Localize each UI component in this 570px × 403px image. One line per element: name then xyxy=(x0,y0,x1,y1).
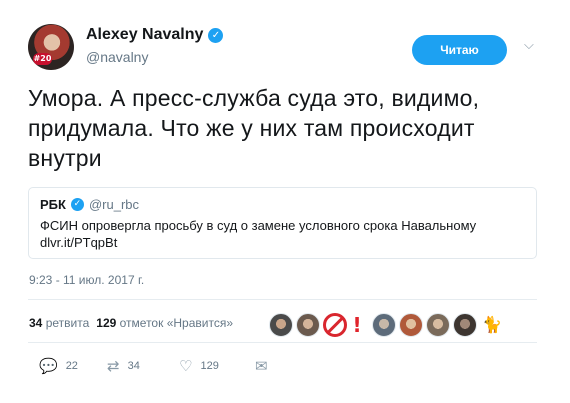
quoted-tweet-body: ФСИН опровергла просьбу в суд о замене у… xyxy=(40,218,477,233)
reply-count: 22 xyxy=(65,360,78,372)
liker-avatar-9[interactable]: 🐈 xyxy=(480,313,504,337)
divider xyxy=(28,299,537,300)
quoted-tweet-link[interactable]: dlvr.it/PTqpBt xyxy=(40,234,530,251)
likes-count: 129 xyxy=(96,316,117,330)
share-icon: ✉ xyxy=(255,357,268,375)
like-button[interactable]: ♡ 129 xyxy=(179,357,219,375)
quoted-tweet-header: РБК ✓ @ru_rbc xyxy=(40,197,139,212)
verified-icon: ✓ xyxy=(208,27,224,43)
liker-avatar-8[interactable] xyxy=(453,313,477,337)
liker-avatars: ! 🐈 xyxy=(269,313,504,337)
author-avatar[interactable]: #20 xyxy=(28,24,74,70)
liker-avatar-6[interactable] xyxy=(399,313,423,337)
liker-avatar-4[interactable]: ! xyxy=(350,313,364,337)
reply-button[interactable]: 💬 22 xyxy=(39,357,78,375)
heart-icon: ♡ xyxy=(179,357,193,375)
liker-avatar-5[interactable] xyxy=(372,313,396,337)
likes-stat[interactable]: 129 отметок «Нравится» xyxy=(96,316,233,330)
chevron-down-icon[interactable]: ⌵ xyxy=(524,38,534,53)
follow-button[interactable]: Читаю xyxy=(412,35,507,65)
liker-avatar-3[interactable] xyxy=(323,313,347,337)
reply-icon: 💬 xyxy=(39,357,58,375)
liker-avatar-7[interactable] xyxy=(426,313,450,337)
likes-label: отметок «Нравится» xyxy=(119,316,233,330)
quoted-author-handle: @ru_rbc xyxy=(88,197,139,212)
liker-avatar-2[interactable] xyxy=(296,313,320,337)
tweet-text: Умора. А пресс-служба суда это, видимо, … xyxy=(28,85,480,171)
divider xyxy=(28,342,537,343)
retweets-stat[interactable]: 34 ретвита xyxy=(29,316,89,330)
retweet-button[interactable]: ⇄ 34 xyxy=(107,357,140,375)
author-display-name[interactable]: Alexey Navalny xyxy=(86,26,203,44)
tweet-actions: 💬 22 ⇄ 34 ♡ 129 ✉ xyxy=(39,357,539,377)
quoted-author-name: РБК xyxy=(40,197,66,212)
tweet-timestamp[interactable]: 9:23 - 11 июл. 2017 г. xyxy=(29,273,144,287)
verified-icon: ✓ xyxy=(70,198,84,211)
avatar-badge: #20 xyxy=(33,53,52,65)
author-handle[interactable]: @navalny xyxy=(86,49,148,65)
liker-avatar-1[interactable] xyxy=(269,313,293,337)
retweets-label: ретвита xyxy=(45,316,90,330)
retweet-count: 34 xyxy=(127,360,140,372)
retweet-icon: ⇄ xyxy=(107,357,120,375)
retweets-count: 34 xyxy=(29,316,43,330)
author-name-row: Alexey Navalny ✓ xyxy=(86,26,224,44)
quoted-tweet-text: ФСИН опровергла просьбу в суд о замене у… xyxy=(40,217,530,251)
tweet-stats: 34 ретвита 129 отметок «Нравится» xyxy=(29,316,233,330)
share-button[interactable]: ✉ xyxy=(255,357,268,375)
like-count: 129 xyxy=(200,360,219,372)
quoted-tweet[interactable]: РБК ✓ @ru_rbc ФСИН опровергла просьбу в … xyxy=(28,187,537,259)
